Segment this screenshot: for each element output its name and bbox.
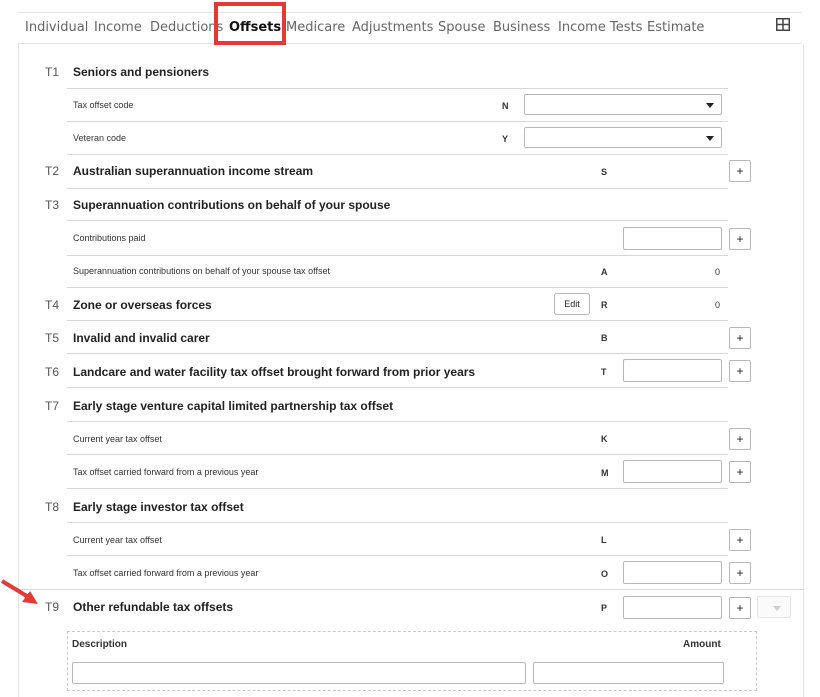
section-code-t1: T1 bbox=[45, 65, 60, 79]
tab-income[interactable]: Income bbox=[94, 20, 142, 35]
section-title-t4: Zone or overseas forces bbox=[73, 298, 212, 312]
caret-down-icon bbox=[706, 136, 714, 141]
tab-medicare[interactable]: Medicare bbox=[286, 20, 345, 35]
section-title-t9: Other refundable tax offsets bbox=[73, 600, 234, 614]
t7-current-add-button[interactable]: + bbox=[729, 428, 751, 450]
row-divider bbox=[67, 555, 728, 556]
tab-estimate[interactable]: Estimate bbox=[647, 20, 704, 35]
t9-add-button[interactable]: + bbox=[729, 597, 751, 619]
section-title-t5: Invalid and invalid carer bbox=[73, 331, 210, 345]
tax-offset-code-select[interactable] bbox=[524, 94, 722, 115]
row-divider bbox=[67, 454, 728, 455]
tab-spouse[interactable]: Spouse bbox=[438, 20, 485, 35]
section-code-t6: T6 bbox=[45, 365, 60, 379]
t7-carried-letter: M bbox=[601, 468, 609, 478]
section-title-t6: Landcare and water facility tax offset b… bbox=[73, 365, 476, 379]
row-divider bbox=[67, 488, 728, 489]
t9-input[interactable] bbox=[623, 596, 722, 619]
section-title-t3: Superannuation contributions on behalf o… bbox=[73, 198, 391, 212]
amount-column-header: Amount bbox=[683, 639, 721, 650]
red-arrow-icon bbox=[0, 579, 38, 604]
row-divider bbox=[67, 353, 728, 354]
t5-add-button[interactable]: + bbox=[729, 327, 751, 349]
description-column-header: Description bbox=[72, 639, 128, 650]
tax-offset-code-label: Tax offset code bbox=[73, 100, 134, 110]
t5-letter: B bbox=[601, 333, 608, 343]
row-divider bbox=[67, 188, 728, 189]
t9-description-table: Description Amount bbox=[67, 631, 757, 691]
veteran-code-select[interactable] bbox=[524, 127, 722, 148]
t2-letter: S bbox=[601, 167, 608, 177]
tab-bar: Individual Income Deductions Offsets Med… bbox=[18, 12, 802, 44]
row-divider bbox=[67, 88, 728, 89]
section-title-t1: Seniors and pensioners bbox=[73, 65, 210, 79]
section-code-t3: T3 bbox=[45, 198, 60, 212]
section-title-t2: Australian superannuation income stream bbox=[73, 164, 314, 178]
tax-offset-code-letter: N bbox=[502, 101, 509, 111]
zone-forces-edit-button[interactable]: Edit bbox=[554, 293, 590, 315]
veteran-code-letter: Y bbox=[502, 134, 509, 144]
section-title-t8: Early stage investor tax offset bbox=[73, 500, 244, 514]
tab-offsets[interactable]: Offsets bbox=[229, 20, 281, 35]
section-code-t9: T9 bbox=[45, 600, 60, 614]
t9-options-dropdown[interactable] bbox=[757, 596, 791, 618]
grid-icon[interactable] bbox=[776, 18, 790, 31]
spouse-super-offset-letter: A bbox=[601, 267, 608, 277]
t7-current-letter: K bbox=[601, 434, 608, 444]
section-divider bbox=[18, 589, 804, 590]
t6-input[interactable] bbox=[623, 359, 722, 382]
spouse-super-offset-value: 0 bbox=[714, 267, 720, 277]
t8-carried-add-button[interactable]: + bbox=[729, 562, 751, 584]
row-divider bbox=[67, 421, 728, 422]
t8-current-label: Current year tax offset bbox=[73, 535, 162, 545]
caret-down-icon bbox=[773, 606, 781, 611]
t7-current-label: Current year tax offset bbox=[73, 434, 162, 444]
spouse-super-offset-label: Superannuation contributions on behalf o… bbox=[73, 266, 331, 276]
t8-current-add-button[interactable]: + bbox=[729, 529, 751, 551]
t7-carried-add-button[interactable]: + bbox=[729, 461, 751, 483]
row-divider bbox=[67, 121, 728, 122]
t7-carried-input[interactable] bbox=[623, 460, 722, 483]
t7-carried-label: Tax offset carried forward from a previo… bbox=[73, 467, 259, 477]
t8-carried-letter: O bbox=[601, 569, 609, 579]
tab-individual[interactable]: Individual bbox=[25, 20, 88, 35]
t8-carried-label: Tax offset carried forward from a previo… bbox=[73, 568, 259, 578]
t9-letter: P bbox=[601, 603, 608, 613]
amount-input[interactable] bbox=[533, 662, 724, 684]
t4-value: 0 bbox=[714, 300, 720, 310]
t8-carried-input[interactable] bbox=[623, 561, 722, 584]
tab-deductions[interactable]: Deductions bbox=[150, 20, 223, 35]
row-divider bbox=[67, 522, 728, 523]
row-divider bbox=[67, 220, 728, 221]
section-code-t5: T5 bbox=[45, 331, 60, 345]
section-code-t8: T8 bbox=[45, 500, 60, 514]
tab-business[interactable]: Business bbox=[493, 20, 550, 35]
section-code-t2: T2 bbox=[45, 164, 60, 178]
veteran-code-label: Veteran code bbox=[73, 133, 127, 143]
description-input[interactable] bbox=[72, 662, 526, 684]
t4-letter: R bbox=[601, 300, 608, 310]
contributions-paid-input[interactable] bbox=[623, 227, 722, 250]
row-divider bbox=[67, 154, 728, 155]
caret-down-icon bbox=[706, 103, 714, 108]
contributions-paid-label: Contributions paid bbox=[73, 233, 146, 243]
row-divider bbox=[67, 255, 728, 256]
tab-adjustments[interactable]: Adjustments bbox=[352, 20, 433, 35]
tab-income-tests[interactable]: Income Tests bbox=[558, 20, 642, 35]
contributions-paid-add-button[interactable]: + bbox=[729, 228, 751, 250]
section-code-t7: T7 bbox=[45, 399, 60, 413]
row-divider bbox=[67, 320, 728, 321]
row-divider bbox=[67, 287, 728, 288]
section-code-t4: T4 bbox=[45, 298, 60, 312]
t6-add-button[interactable]: + bbox=[729, 360, 751, 382]
section-title-t7: Early stage venture capital limited part… bbox=[73, 399, 394, 413]
t8-current-letter: L bbox=[601, 535, 607, 545]
t6-letter: T bbox=[601, 367, 607, 377]
row-divider bbox=[67, 387, 728, 388]
t2-add-button[interactable]: + bbox=[729, 160, 751, 182]
